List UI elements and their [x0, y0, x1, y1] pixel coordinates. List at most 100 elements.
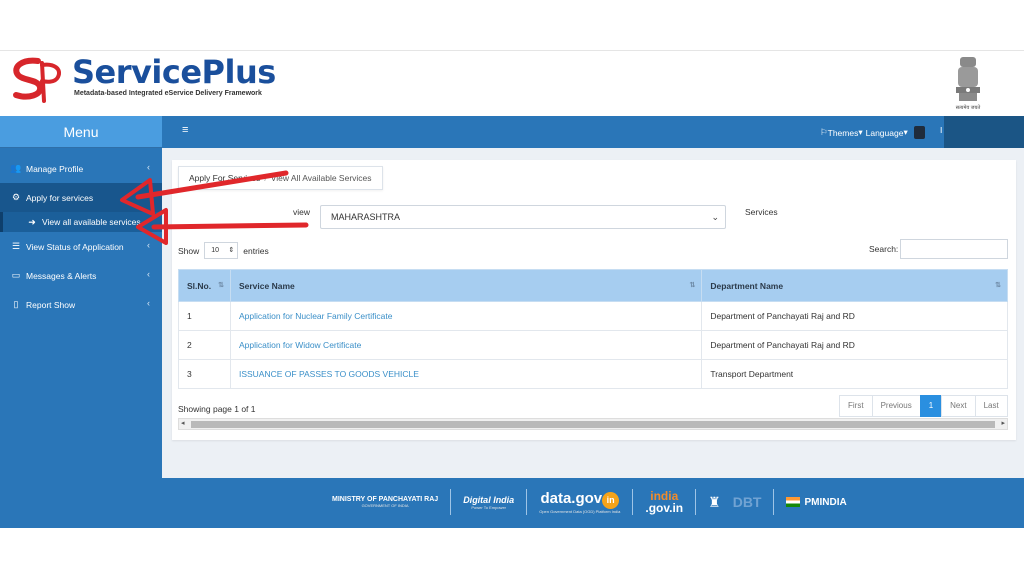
scroll-left-icon[interactable]: ◂ [181, 419, 185, 429]
file-icon: ▯ [13, 299, 19, 309]
horizontal-scrollbar[interactable]: ◂ ▸ [178, 418, 1008, 430]
language-label: Language [865, 127, 904, 138]
sidebar-item-manage-profile[interactable]: 👥 Manage Profile ‹ [0, 154, 162, 183]
table-row: 2 Application for Widow Certificate Depa… [178, 330, 1008, 360]
ministry-logo[interactable]: MINISTRY OF PANCHAYATI RAJ GOVERNMENT OF… [332, 496, 438, 508]
sidebar-item-label: View Status of Application [26, 241, 124, 252]
state-select-value: MAHARASHTRA [331, 212, 401, 222]
search-input[interactable] [900, 239, 1008, 259]
users-icon: 👥 [10, 163, 22, 173]
brand-title: ServicePlus [72, 53, 276, 91]
themes-menu[interactable]: ⚐ Themes ▾ [820, 127, 863, 138]
ministry-name: MINISTRY OF PANCHAYATI RAJ [332, 496, 439, 503]
cell-slno: 1 [178, 301, 231, 331]
caret-down-icon: ▾ [858, 127, 863, 137]
sidebar: Menu 👥 Manage Profile ‹ ⚙ Apply for serv… [0, 116, 162, 528]
footer-divider [526, 489, 528, 515]
sidebar-item-label: View all available services [42, 217, 141, 227]
arrow-circle-icon: ➜ [28, 216, 36, 227]
gears-icon: ⚙ [11, 192, 21, 202]
datagov-logo[interactable]: data.gov in Open Government Data (OGD) Pl… [539, 490, 620, 514]
sidebar-item-label: Messages & Alerts [26, 270, 97, 281]
national-emblem-icon: सत्यमेव जयते [956, 57, 981, 111]
language-menu[interactable]: Language ▾ [866, 127, 908, 138]
pagination-last-button[interactable]: Last [974, 395, 1008, 417]
service-link[interactable]: Application for Widow Certificate [229, 330, 703, 360]
column-header-service-name[interactable]: Service Name ⇅ [229, 269, 703, 302]
column-header-label: Service Name [238, 280, 295, 291]
main-content: Apply For Services / View All Available … [162, 148, 1024, 478]
footer-divider [450, 489, 452, 515]
brand-subtitle: Metadata-based Integrated eService Deliv… [74, 90, 262, 97]
digital-india-label: Digital India [463, 494, 515, 505]
footer-logos: MINISTRY OF PANCHAYATI RAJ GOVERNMENT OF… [332, 489, 847, 515]
pagination-page-1[interactable]: 1 [919, 395, 943, 417]
hamburger-menu-icon[interactable]: ≡ [182, 124, 188, 136]
cell-slno: 2 [178, 330, 231, 360]
caret-down-icon: ▾ [903, 127, 908, 137]
column-header-department-name[interactable]: Department Name ⇅ [701, 269, 1008, 302]
entries-select-value: 10 [211, 247, 220, 254]
pmindia-label: PMINDIA [804, 496, 847, 508]
chevron-left-icon: ‹ [147, 162, 150, 172]
entries-label: entries [243, 245, 269, 256]
pagination: First Previous 1 Next Last [839, 395, 1008, 417]
service-link[interactable]: Application for Nuclear Family Certifica… [229, 301, 703, 331]
emblem-small-icon: ♜ [708, 493, 721, 510]
service-link[interactable]: ISSUANCE OF PASSES TO GOODS VEHICLE [229, 359, 703, 389]
sidebar-item-apply-for-services[interactable]: ⚙ Apply for services [0, 183, 162, 212]
pmindia-logo[interactable]: PMINDIA [786, 496, 847, 508]
services-panel: Apply For Services / View All Available … [172, 160, 1016, 440]
cell-slno: 3 [178, 359, 231, 389]
scrollbar-thumb[interactable] [191, 421, 995, 428]
pagination-first-button[interactable]: First [839, 395, 873, 417]
themes-label: Themes [827, 127, 859, 138]
footer-divider [632, 489, 634, 515]
state-select[interactable]: MAHARASHTRA ⌄ [320, 205, 726, 229]
site-header: ServicePlus Metadata-based Integrated eS… [0, 50, 1024, 116]
sort-icon: ⇅ [218, 282, 224, 289]
digital-india-logo[interactable]: Digital India Power To Empower [463, 495, 514, 510]
datagov-in-badge: in [602, 492, 620, 509]
sidebar-item-view-status[interactable]: ☰ View Status of Application ‹ [0, 232, 162, 261]
dbt-logo[interactable]: DBT [733, 494, 762, 510]
menu-title: Menu [0, 116, 162, 148]
table-row: 1 Application for Nuclear Family Certifi… [178, 301, 1008, 331]
emblem-caption: सत्यमेव जयते [956, 104, 981, 111]
chevron-left-icon: ‹ [147, 298, 150, 308]
india-gov-bottom: .gov.in [645, 501, 684, 515]
brand-title-plus: Plus [201, 53, 277, 91]
india-gov-logo[interactable]: india .gov.in [645, 490, 683, 514]
breadcrumb-apply-for-services[interactable]: Apply For Services [189, 167, 260, 189]
sidebar-item-report-show[interactable]: ▯ Report Show ‹ [0, 290, 162, 319]
services-label: Services [745, 207, 778, 217]
comment-icon: ▭ [11, 270, 21, 280]
sort-icon: ⇅ [689, 282, 696, 289]
breadcrumb-view-all-services: View All Available Services [270, 173, 372, 183]
cell-department: Department of Panchayati Raj and RD [701, 301, 1008, 331]
user-menu-box[interactable] [944, 116, 1024, 150]
footer-divider [773, 489, 775, 515]
user-initial: I [940, 125, 943, 135]
cell-department: Department of Panchayati Raj and RD [701, 330, 1008, 360]
chevron-left-icon: ‹ [147, 240, 150, 250]
sidebar-item-messages-alerts[interactable]: ▭ Messages & Alerts ‹ [0, 261, 162, 290]
column-header-label: Department Name [710, 280, 784, 291]
show-label: Show [178, 245, 200, 256]
scroll-right-icon[interactable]: ▸ [1001, 419, 1005, 429]
breadcrumb-separator: / [264, 173, 267, 183]
chevron-down-icon: ⌄ [711, 212, 719, 222]
serviceplus-logo-icon [13, 57, 61, 103]
paging-info: Showing page 1 of 1 [178, 404, 256, 414]
pagination-previous-button[interactable]: Previous [871, 395, 921, 417]
sort-icon: ⇅ [995, 282, 1001, 289]
table-header-row: Sl.No. ⇅ Service Name ⇅ Department Name ⇅ [178, 269, 1008, 302]
sidebar-item-view-all-services[interactable]: ➜ View all available services [0, 212, 162, 232]
entries-select[interactable]: 10 ⇕ [204, 242, 239, 259]
user-avatar[interactable] [913, 126, 925, 139]
pagination-next-button[interactable]: Next [941, 395, 976, 417]
column-header-label: Sl.No. [187, 280, 212, 291]
column-header-slno[interactable]: Sl.No. ⇅ [178, 269, 231, 302]
datagov-sub: Open Government Data (OGD) Platform Indi… [539, 509, 621, 514]
updown-icon: ⇕ [228, 247, 235, 254]
